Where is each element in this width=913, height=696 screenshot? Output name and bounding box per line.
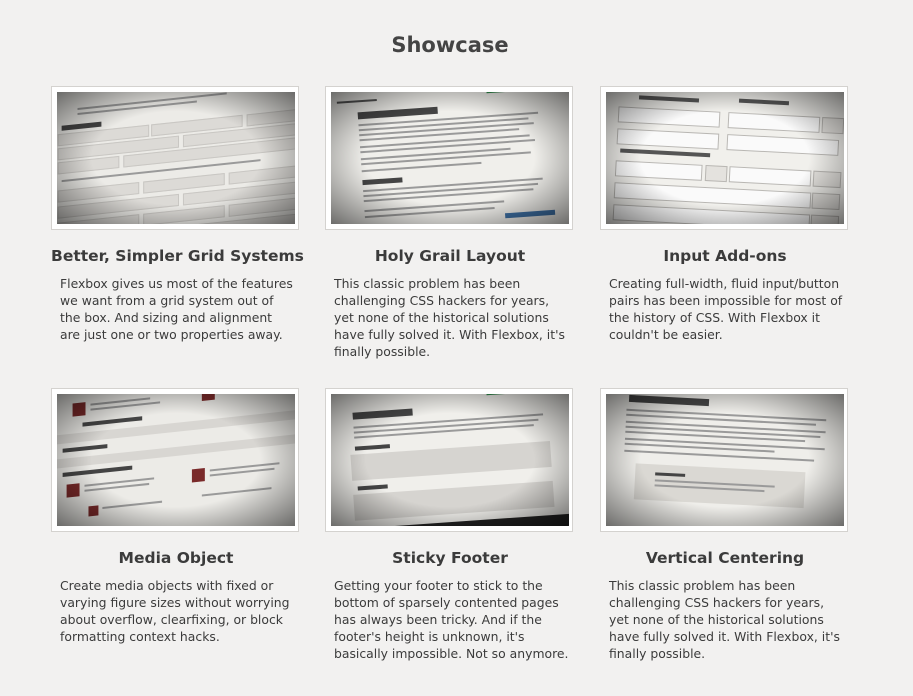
input-addons-thumbnail[interactable] <box>600 86 848 230</box>
showcase-card-grid[interactable]: Better, Simpler Grid Systems Flexbox giv… <box>51 86 304 343</box>
media-object-thumbnail[interactable] <box>51 388 299 532</box>
card-title[interactable]: Sticky Footer <box>325 549 575 567</box>
card-description: This classic problem has been challengin… <box>609 578 840 661</box>
holy-grail-screenshot <box>331 92 569 224</box>
media-object-screenshot <box>57 394 295 526</box>
sticky-footer-screenshot <box>331 394 569 526</box>
card-title[interactable]: Holy Grail Layout <box>325 247 575 265</box>
card-description: Getting your footer to stick to the bott… <box>334 578 569 661</box>
grid-thumbnail[interactable] <box>51 86 299 230</box>
showcase-card-media-object[interactable]: Media Object Create media objects with f… <box>51 388 301 645</box>
vertical-centering-thumbnail[interactable] <box>600 388 848 532</box>
showcase-card-vertical-centering[interactable]: Vertical Centering This classic problem … <box>600 388 850 662</box>
card-description: Create media objects with fixed or varyi… <box>60 578 290 644</box>
card-description: This classic problem has been challengin… <box>334 276 565 359</box>
grid-screenshot <box>57 92 295 224</box>
showcase-card-sticky-footer[interactable]: Sticky Footer Getting your footer to sti… <box>325 388 575 662</box>
page-title: Showcase <box>391 33 509 57</box>
card-title[interactable]: Media Object <box>51 549 301 567</box>
card-description: Flexbox gives us most of the features we… <box>60 276 293 342</box>
card-title[interactable]: Better, Simpler Grid Systems <box>51 247 304 265</box>
showcase-card-holy-grail[interactable]: Holy Grail Layout This classic problem h… <box>325 86 575 360</box>
vertical-centering-screenshot <box>606 394 844 526</box>
card-description: Creating full-width, fluid input/button … <box>609 276 843 342</box>
sticky-footer-thumbnail[interactable] <box>325 388 573 532</box>
showcase-card-input-addons[interactable]: Input Add-ons Creating full-width, fluid… <box>600 86 850 343</box>
holy-grail-thumbnail[interactable] <box>325 86 573 230</box>
card-title[interactable]: Vertical Centering <box>600 549 850 567</box>
input-addons-screenshot <box>606 92 844 224</box>
card-title[interactable]: Input Add-ons <box>600 247 850 265</box>
